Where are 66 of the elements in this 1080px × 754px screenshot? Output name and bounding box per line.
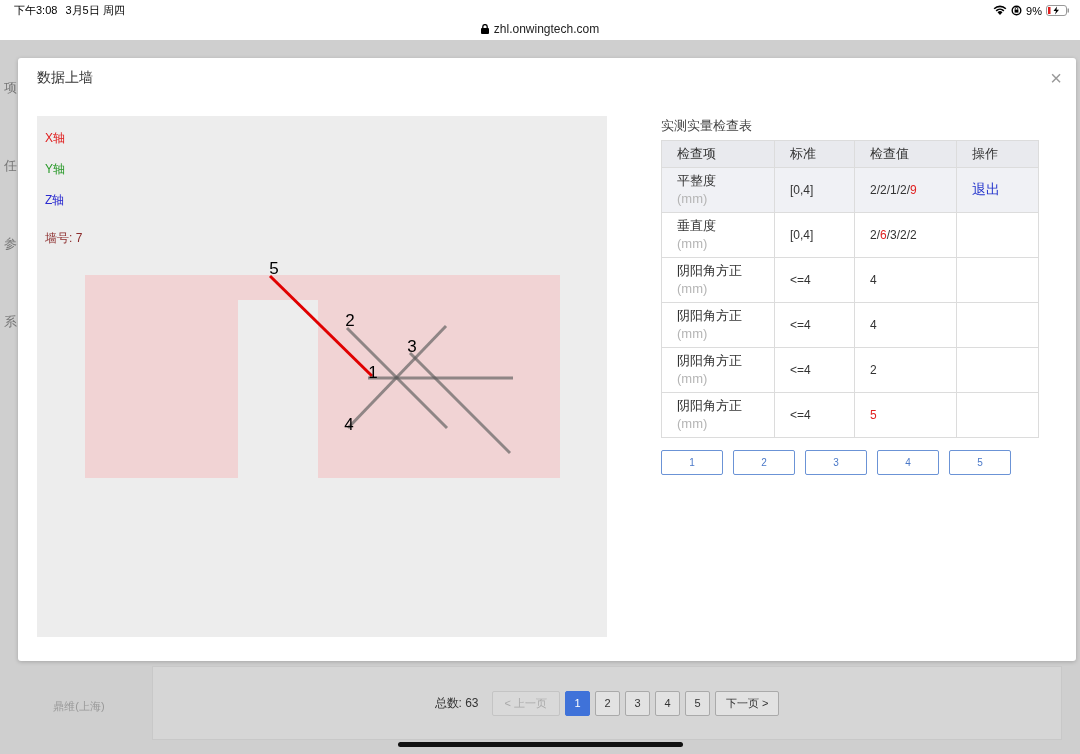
point-number: 3 <box>407 337 417 356</box>
page-button[interactable]: 5 <box>685 690 710 716</box>
rotation-lock-icon <box>1011 5 1023 16</box>
table-cell: <=4 <box>790 363 811 377</box>
total-count: 总数: 63 <box>434 694 479 712</box>
table-row[interactable]: 阴阳角方正 (mm) <=4 4 <box>661 257 1039 303</box>
table-cell-text: 阴阳角方正 <box>677 397 743 415</box>
point-button[interactable]: 5 <box>949 450 1011 475</box>
unit-label: (mm) <box>677 280 709 298</box>
unit-label: (mm) <box>677 190 709 208</box>
table-cell: [0,4] <box>790 183 814 197</box>
unit-label: (mm) <box>677 235 709 253</box>
point-button[interactable]: 2 <box>733 450 795 475</box>
axis-label: X轴 <box>45 130 65 147</box>
unit-label: (mm) <box>677 370 709 388</box>
table-title: 实测实量检查表 <box>661 117 753 135</box>
page-button[interactable]: 1 <box>565 690 590 716</box>
point-button[interactable]: 1 <box>661 450 723 475</box>
status-date: 3月5日 周四 <box>65 3 125 18</box>
table-row[interactable]: 阴阳角方正 (mm) <=4 4 <box>661 302 1039 348</box>
table-cell-text: 平整度 <box>677 172 717 190</box>
status-time: 下午3:08 <box>14 3 58 18</box>
column-header: 操作 <box>956 140 1039 168</box>
unit-label: (mm) <box>677 415 709 433</box>
axis-label: Z轴 <box>45 192 65 209</box>
table-row[interactable]: 阴阳角方正 (mm) <=4 5 <box>661 392 1039 438</box>
table-cell-text: 阴阳角方正 <box>677 307 743 325</box>
column-header: 标准 <box>774 140 855 168</box>
table-cell: <=4 <box>790 273 811 287</box>
table-cell: 4 <box>870 318 877 332</box>
column-header: 检查值 <box>854 140 957 168</box>
table-cell: [0,4] <box>790 228 814 242</box>
dialog-title: 数据上墙 <box>37 69 93 87</box>
table-row[interactable]: 垂直度 (mm) [0,4] 2/6/3/2/2 <box>661 212 1039 258</box>
unit-label: (mm) <box>677 325 709 343</box>
point-button[interactable]: 4 <box>877 450 939 475</box>
lock-icon <box>480 24 489 34</box>
table-cell: 2 <box>870 363 877 377</box>
axis-label: Y轴 <box>45 161 65 178</box>
page-button[interactable]: 4 <box>655 690 680 716</box>
next-page-button[interactable]: 下一页 > <box>715 690 780 716</box>
wifi-icon <box>993 5 1008 16</box>
battery-charging-icon <box>1046 5 1070 16</box>
page-button[interactable]: 3 <box>625 690 650 716</box>
battery-percent: 9% <box>1026 4 1042 17</box>
table-cell-text: 阴阳角方正 <box>677 262 743 280</box>
table-cell: 5 <box>870 408 877 422</box>
table-cell: 2/2/1/2/9 <box>870 183 917 197</box>
table-cell: <=4 <box>790 408 811 422</box>
table-cell-text: 垂直度 <box>677 217 717 235</box>
exit-link[interactable]: 退出 <box>972 181 1000 197</box>
table-cell: <=4 <box>790 318 811 332</box>
table-cell: 4 <box>870 273 877 287</box>
point-button[interactable]: 3 <box>805 450 867 475</box>
wall-number: 墙号: 7 <box>45 230 83 247</box>
page-button[interactable]: 2 <box>595 690 620 716</box>
column-header: 检查项 <box>661 140 775 168</box>
table-cell-text: 阴阳角方正 <box>677 352 743 370</box>
point-number: 4 <box>344 415 354 434</box>
table-row[interactable]: 平整度 (mm) [0,4] 2/2/1/2/9 退出 <box>661 167 1039 213</box>
address-url[interactable]: zhl.onwingtech.com <box>493 22 600 36</box>
point-number: 5 <box>269 259 279 278</box>
point-number: 2 <box>345 311 355 330</box>
table-cell: 2/6/3/2/2 <box>870 228 917 242</box>
point-number: 1 <box>368 363 378 382</box>
table-row[interactable]: 阴阳角方正 (mm) <=4 2 <box>661 347 1039 393</box>
